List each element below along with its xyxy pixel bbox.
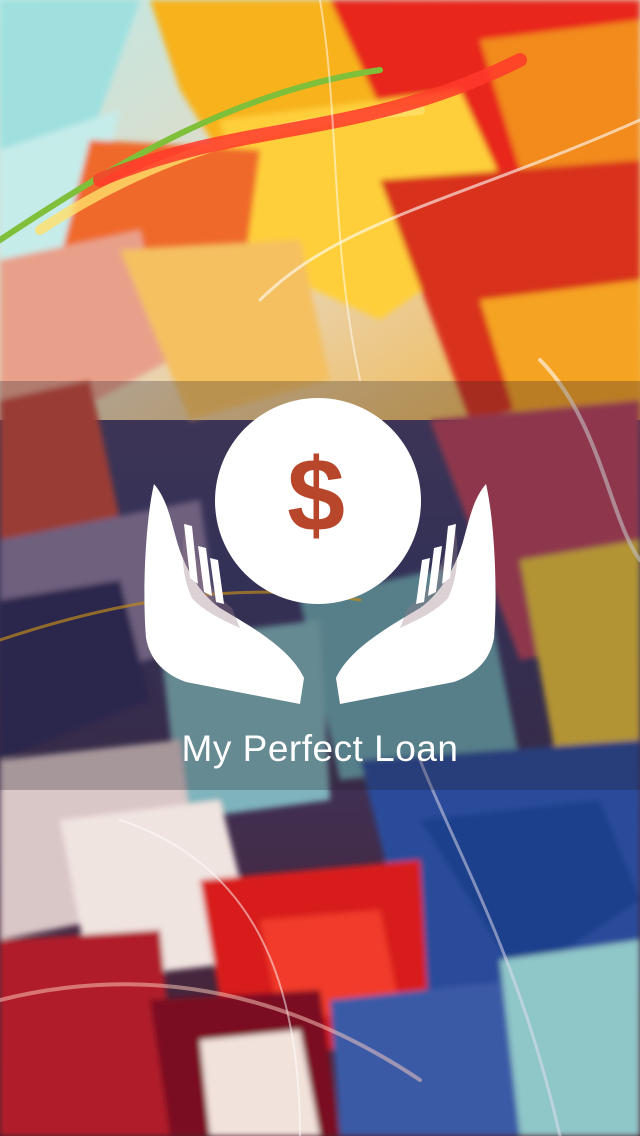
- hands-holding-coin-icon: $: [144, 398, 496, 704]
- dollar-sign: $: [287, 438, 345, 554]
- splash-screen: $ My Perfect Loan: [0, 0, 640, 1136]
- app-name-title: My Perfect Loan: [181, 728, 459, 769]
